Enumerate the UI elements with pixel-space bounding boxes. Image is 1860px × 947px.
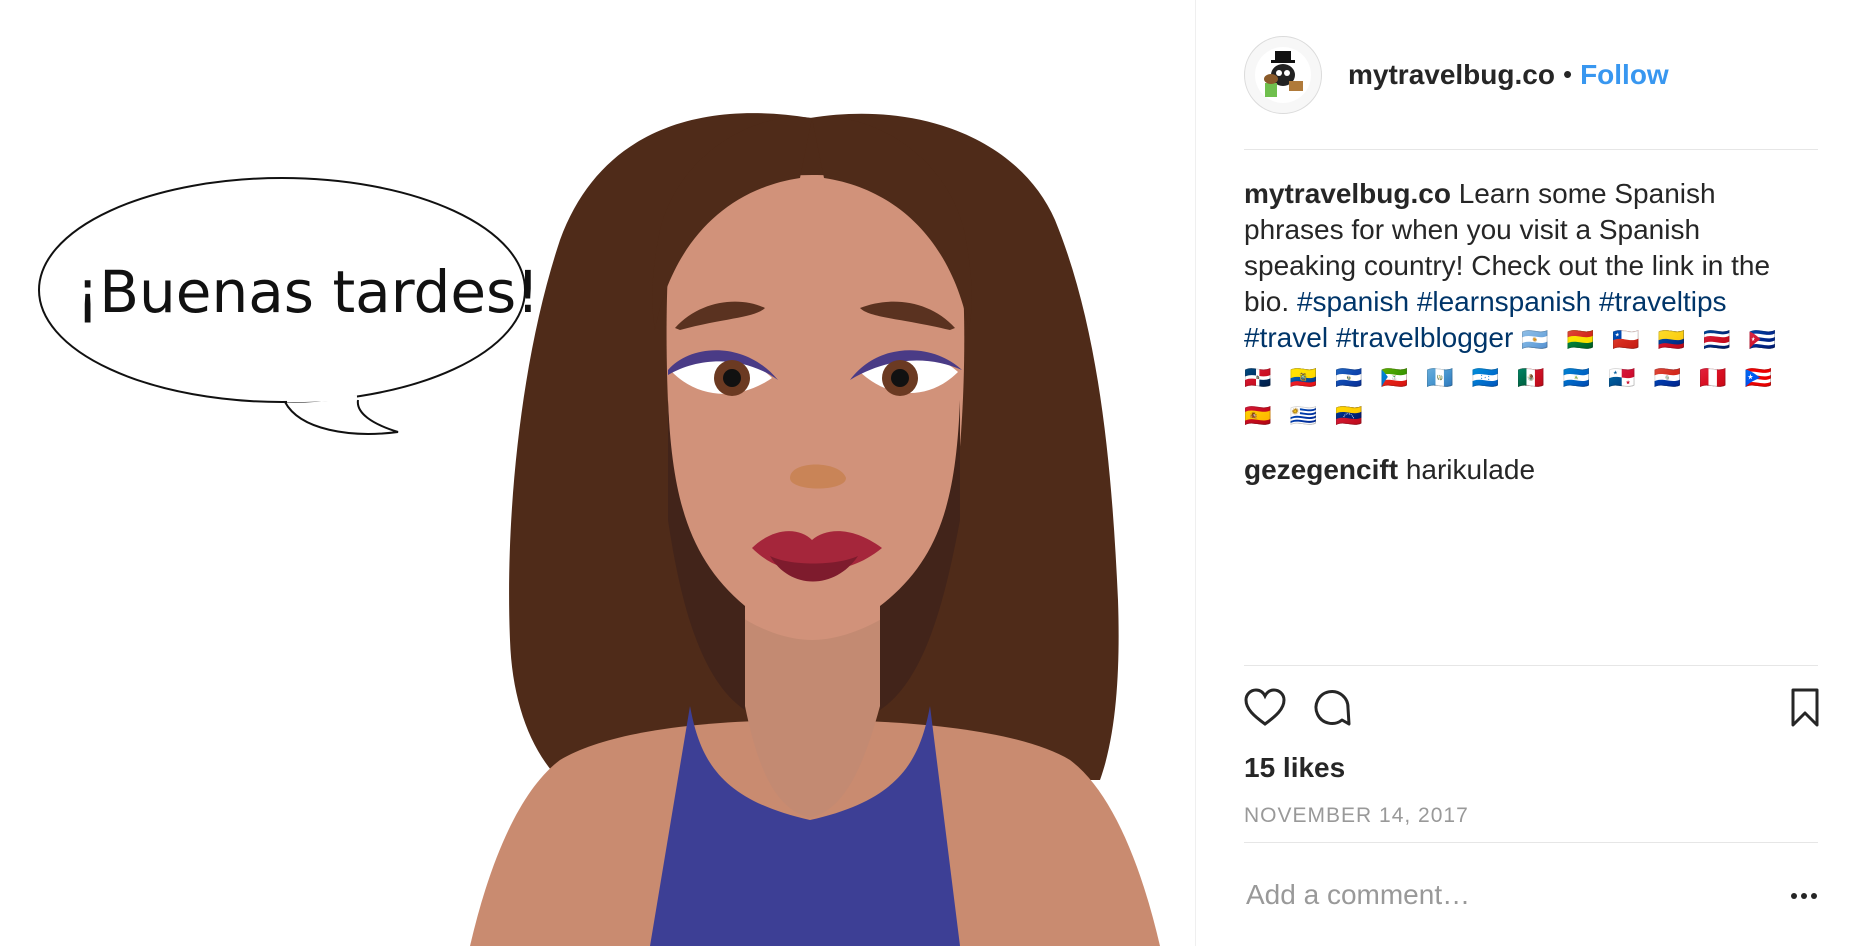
instagram-post: ¡Buenas tardes! mytravelbug.co • Follow … [0,0,1860,946]
illustration: ¡Buenas tardes! [38,113,1160,946]
actions-bar [1244,665,1820,760]
speech-bubble-text: ¡Buenas tardes! [76,258,540,326]
likes-count[interactable]: 15 likes [1244,752,1345,784]
comment-text: harikulade [1405,454,1536,485]
comment-username[interactable]: gezegencift [1244,454,1398,485]
comments-section: mytravelbug.co Learn some Spanish phrase… [1244,176,1818,488]
bookmark-icon[interactable] [1790,688,1820,733]
post-image[interactable]: ¡Buenas tardes! [0,0,1196,946]
add-comment-bar [1244,842,1818,947]
follow-button[interactable]: Follow [1580,59,1669,91]
hashtag-link[interactable]: #spanish [1297,286,1409,317]
speech-bubble: ¡Buenas tardes! [38,177,540,435]
header-separator: • [1562,59,1573,89]
hashtag-link[interactable]: #travelblogger [1336,322,1513,353]
caption-username[interactable]: mytravelbug.co [1244,178,1451,209]
post-date: NOVEMBER 14, 2017 [1244,804,1469,827]
post-header: mytravelbug.co • Follow [1244,34,1818,150]
bug-logo-icon [1255,46,1311,103]
hashtag-link[interactable]: #traveltips [1599,286,1727,317]
woman-illustration [470,113,1160,946]
hashtag-link[interactable]: #learnspanish [1417,286,1591,317]
more-options-icon[interactable] [1790,887,1818,905]
caption: mytravelbug.co Learn some Spanish phrase… [1244,176,1818,434]
heart-icon[interactable] [1244,688,1286,733]
comment-icon[interactable] [1312,688,1352,733]
post-sidebar: mytravelbug.co • Follow mytravelbug.co L… [1196,0,1860,946]
comment-input[interactable] [1244,878,1728,912]
avatar[interactable] [1244,35,1322,114]
header-username[interactable]: mytravelbug.co [1348,59,1555,91]
hashtag-link[interactable]: #travel [1244,322,1328,353]
comment: gezegencift harikulade [1244,452,1818,488]
